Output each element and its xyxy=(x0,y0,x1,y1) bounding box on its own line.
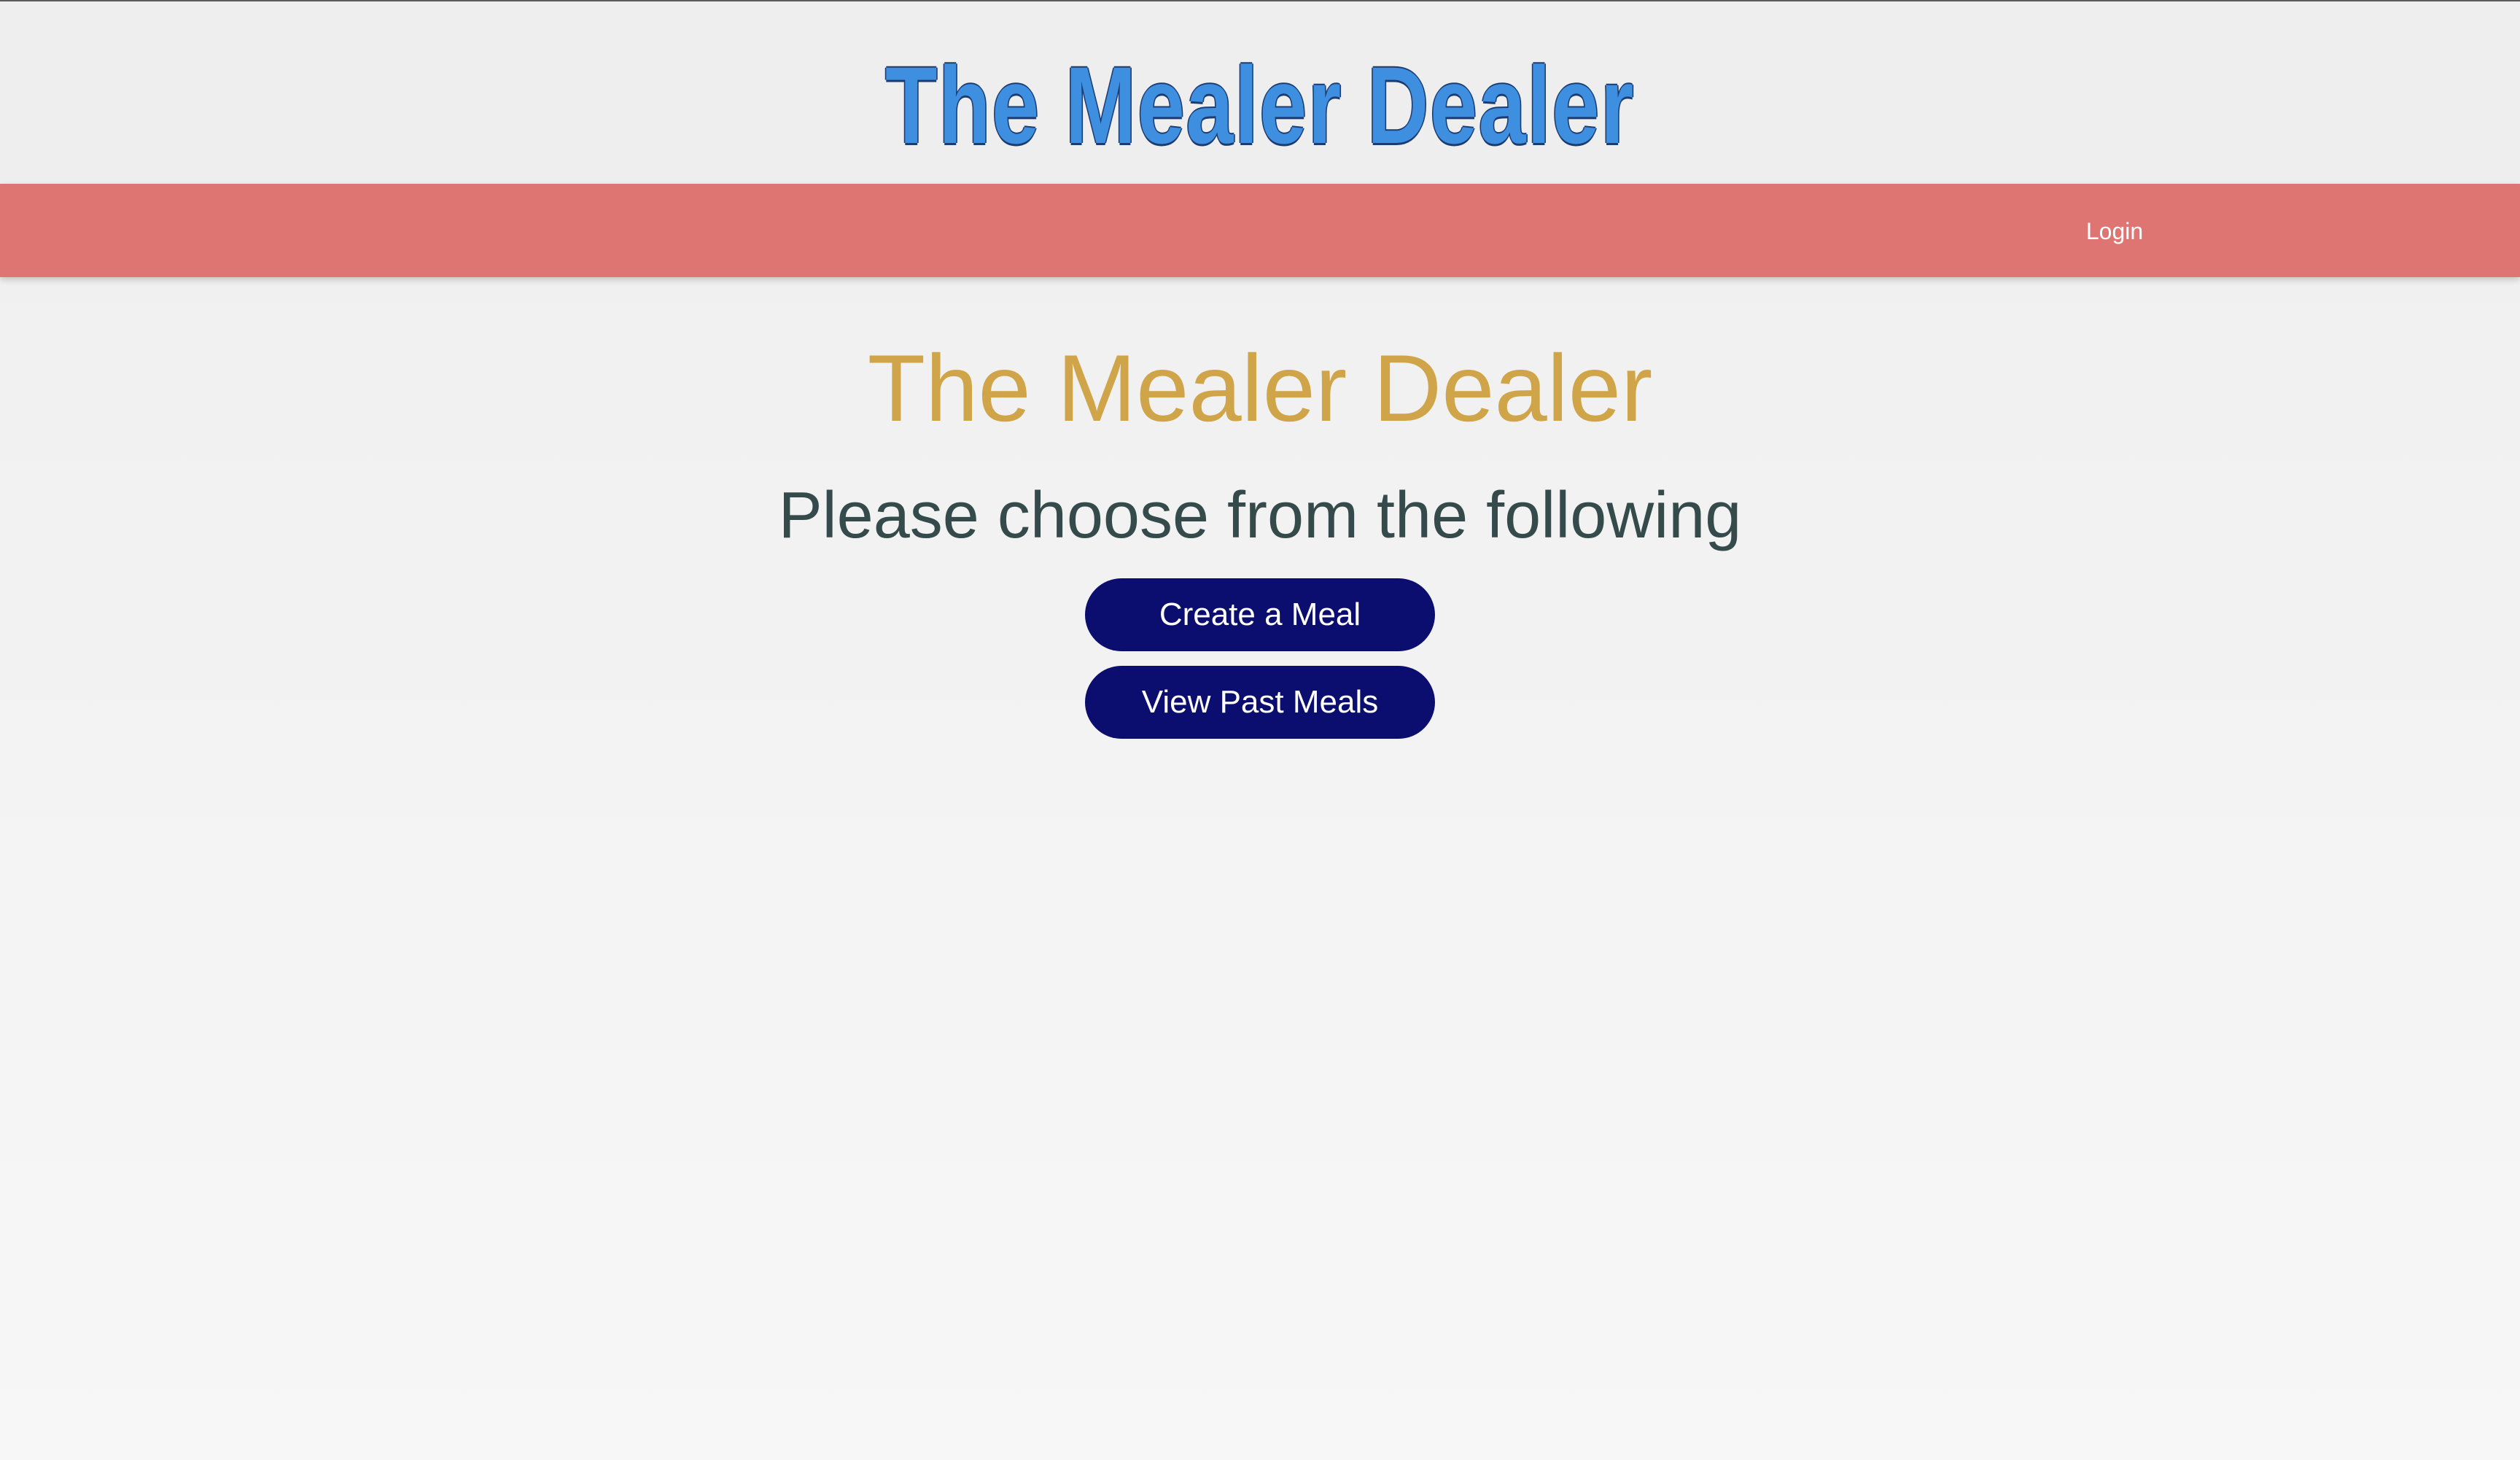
create-meal-button[interactable]: Create a Meal xyxy=(1085,578,1435,651)
page-subtitle: Please choose from the following xyxy=(778,479,1742,552)
view-past-meals-button[interactable]: View Past Meals xyxy=(1085,666,1435,739)
site-header: The Mealer Dealer xyxy=(0,1,2520,185)
brand-title: The Mealer Dealer xyxy=(885,44,1635,166)
navbar: Login xyxy=(0,184,2520,277)
page-title: The Mealer Dealer xyxy=(867,335,1653,441)
browser-viewport: The Mealer Dealer Login The Mealer Deale… xyxy=(0,0,2520,1460)
login-link[interactable]: Login xyxy=(2064,213,2166,249)
